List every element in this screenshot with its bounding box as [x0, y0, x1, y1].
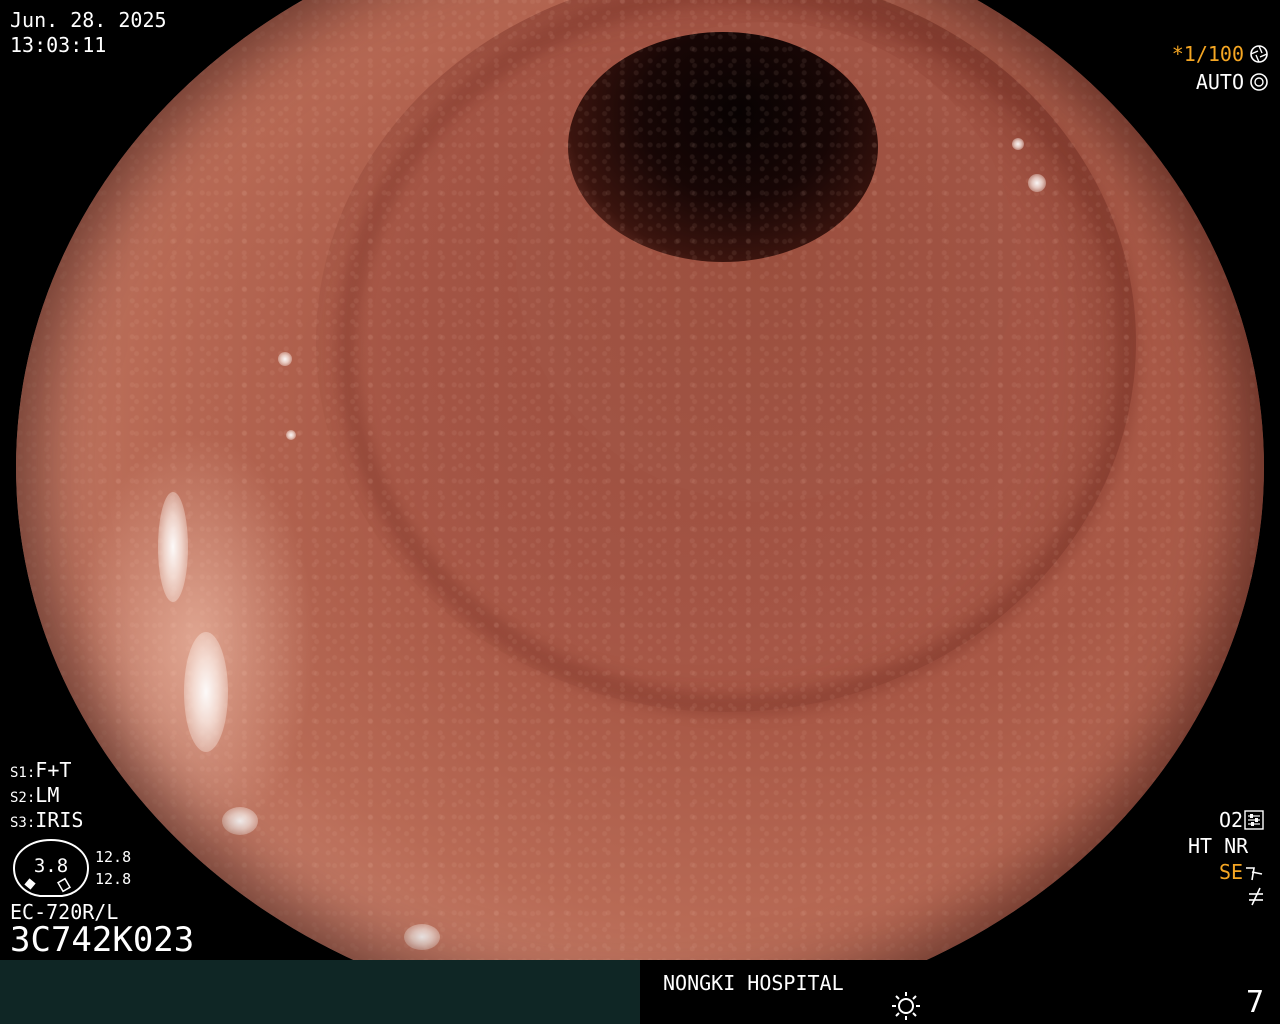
- scope-serial: 3C742K023: [10, 920, 195, 960]
- shutter-speed: *1/100: [1171, 42, 1244, 66]
- switch-s1: S1:F+T: [10, 758, 71, 785]
- switch-s3-label: IRIS: [35, 808, 84, 832]
- structure-enhance-icon: [1246, 867, 1263, 881]
- ht-nr-indicator: HT NR: [1188, 834, 1249, 858]
- shutter-icon: [1250, 45, 1268, 63]
- o2-indicator: O2: [1219, 808, 1244, 832]
- switch-s2-label: LM: [35, 783, 60, 807]
- footer-left-panel: [0, 960, 640, 1024]
- switch-s3-prefix: S3:: [10, 815, 36, 831]
- switch-s1-label: F+T: [35, 758, 72, 782]
- se-indicator: SE: [1219, 860, 1244, 884]
- iris-icon: [1250, 73, 1268, 91]
- bending-value: 3.8: [33, 855, 69, 877]
- endoscopic-image: [16, 0, 1264, 1022]
- exam-date: Jun. 28. 2025: [10, 8, 167, 32]
- switch-s2-prefix: S2:: [10, 790, 36, 806]
- hospital-name: NONGKI HOSPITAL: [663, 971, 844, 995]
- not-equal-icon: [1249, 887, 1263, 906]
- switch-s1-prefix: S1:: [10, 765, 36, 781]
- bending-left-right: 12.8: [95, 870, 132, 888]
- settings-sliders-icon: [1244, 810, 1264, 830]
- exam-time: 13:03:11: [10, 33, 107, 57]
- exposure-mode: AUTO: [1195, 70, 1244, 94]
- switch-s2: S2:LM: [10, 783, 59, 810]
- bending-up-down: 12.8: [95, 848, 132, 866]
- bending-indicator: 3.8: [12, 838, 90, 898]
- switch-s3: S3:IRIS: [10, 808, 83, 835]
- sun-icon: [892, 992, 920, 1020]
- endoscopy-screen: Jun. 28. 2025 13:03:11 *1/100 AUTO S1:F+…: [0, 0, 1280, 1024]
- image-count: 7: [1245, 985, 1264, 1020]
